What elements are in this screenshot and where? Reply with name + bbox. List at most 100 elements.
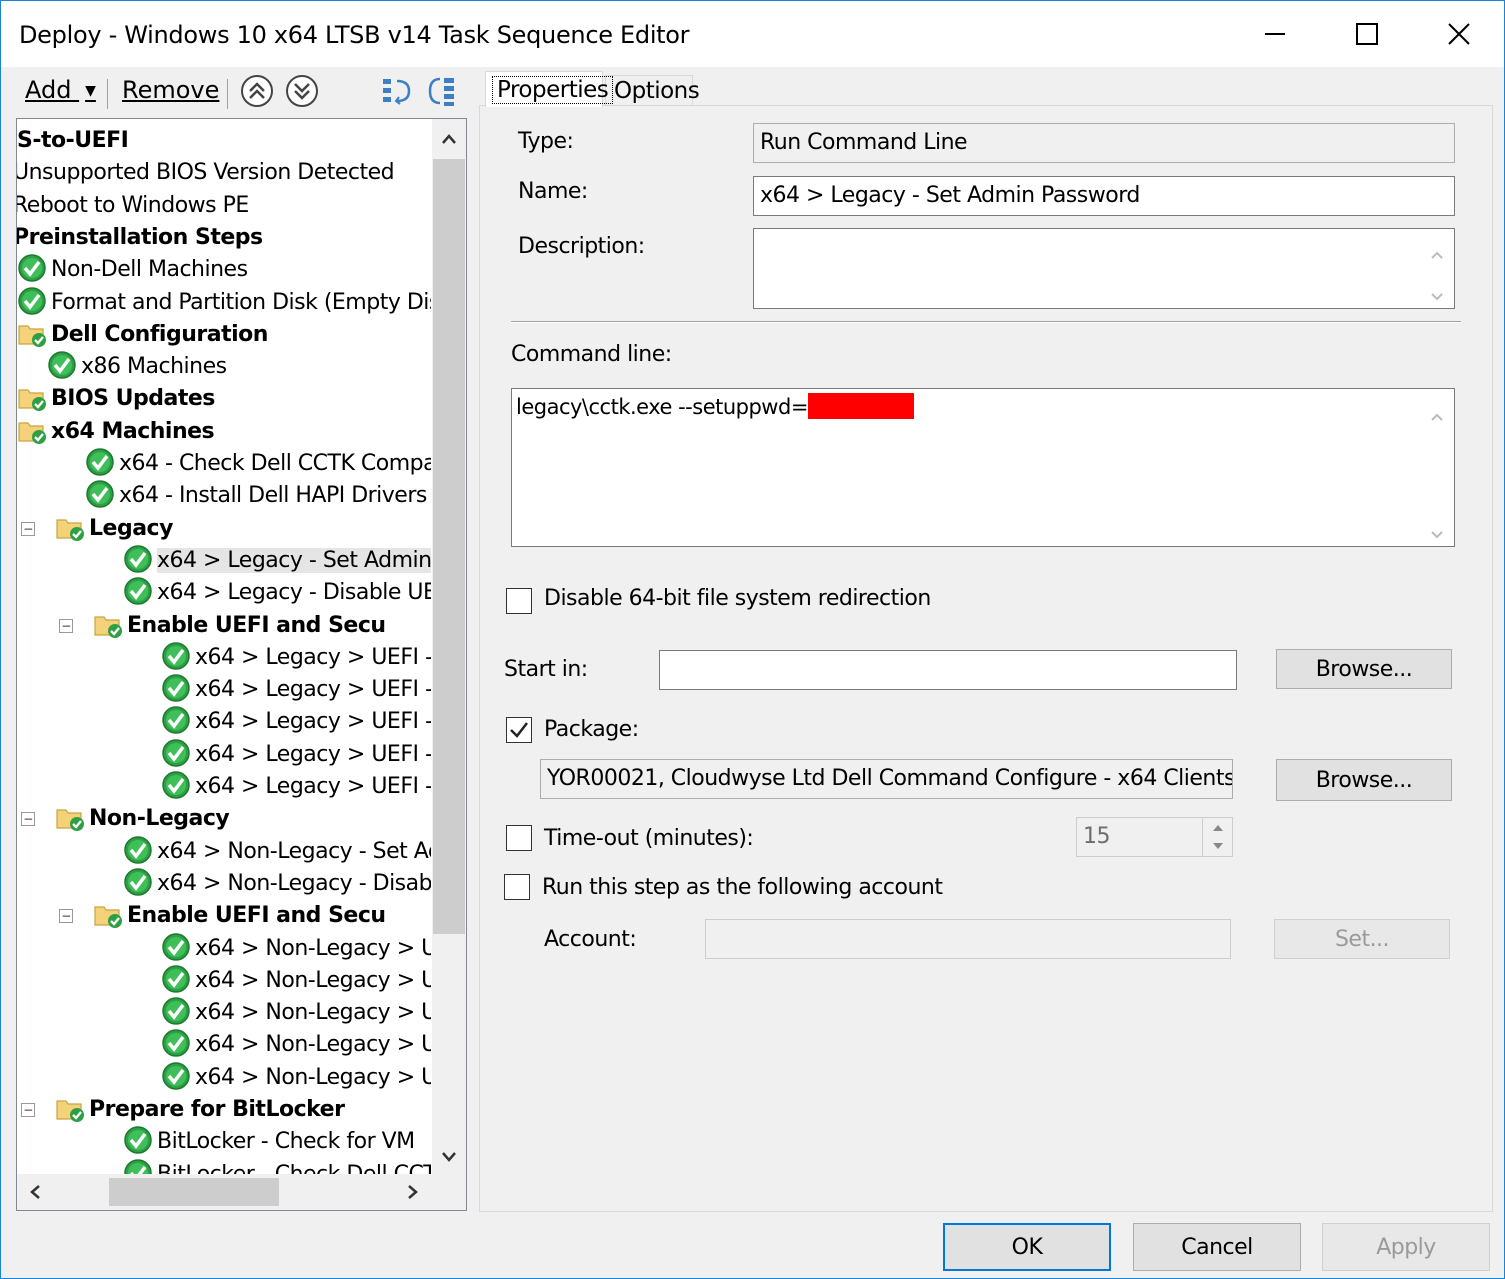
tree-item[interactable]: x64 > Legacy - Set Admin P xyxy=(123,545,431,577)
tree-item[interactable]: x64 > Legacy > UEFI - I xyxy=(161,771,431,803)
tree-item-label: BitLocker - Check Dell CCT xyxy=(157,1161,431,1175)
account-label: Account: xyxy=(544,927,637,952)
group-folder-icon xyxy=(17,415,47,445)
tree-item[interactable]: x64 > Non-Legacy - Set Adr xyxy=(123,835,431,868)
command-line-label: Command line: xyxy=(511,342,672,367)
start-in-field[interactable] xyxy=(659,650,1237,690)
timeout-label: Time-out (minutes): xyxy=(544,826,754,851)
tab-options[interactable]: Options xyxy=(605,75,700,107)
tree-item[interactable]: x64 - Check Dell CCTK Compati xyxy=(85,448,431,480)
group-folder-icon xyxy=(17,318,47,348)
tree-item[interactable]: x64 > Legacy > UEFI - I xyxy=(161,706,431,738)
tree-item[interactable]: x64 > Non-Legacy > UE xyxy=(161,932,431,965)
tree-item-label: x64 > Legacy > UEFI - I xyxy=(195,644,431,670)
package-browse-button[interactable]: Browse... xyxy=(1276,759,1452,801)
move-up-button[interactable] xyxy=(239,73,275,109)
step-success-icon xyxy=(123,867,153,897)
maximize-button[interactable] xyxy=(1321,1,1413,67)
stepper-buttons[interactable] xyxy=(1202,818,1232,856)
collapse-node-icon[interactable]: − xyxy=(59,909,73,924)
close-button[interactable] xyxy=(1413,1,1505,67)
tree-item[interactable]: Format and Partition Disk (Empty Disk) xyxy=(17,286,431,319)
tree-item[interactable]: x86 Machines xyxy=(47,351,227,383)
run-as-account-checkbox[interactable] xyxy=(504,874,530,900)
type-label: Type: xyxy=(518,129,574,154)
name-field[interactable]: x64 > Legacy - Set Admin Password xyxy=(753,176,1455,216)
task-sequence-tree[interactable]: S-to-UEFI Unsupported BIOS Version Detect… xyxy=(16,118,467,1211)
window-title: Deploy - Windows 10 x64 LTSB v14 Task Se… xyxy=(19,21,690,49)
tree-vertical-scrollbar[interactable] xyxy=(432,119,466,1175)
tree-item[interactable]: x64 > Non-Legacy > UE xyxy=(161,1061,431,1094)
stepper-up-icon xyxy=(1213,825,1223,831)
tree-item[interactable]: −x64 Machines xyxy=(17,415,215,448)
ok-button[interactable]: OK xyxy=(943,1223,1111,1271)
collapse-node-icon[interactable]: − xyxy=(59,618,73,633)
tree-item[interactable]: x64 > Legacy > UEFI - I xyxy=(161,642,431,674)
minimize-button[interactable] xyxy=(1229,1,1321,67)
checkmark-icon xyxy=(510,722,528,738)
scroll-right-icon[interactable] xyxy=(401,1180,425,1204)
tree-item[interactable]: − Legacy xyxy=(21,513,173,545)
step-success-icon xyxy=(17,253,47,283)
account-field xyxy=(705,919,1231,959)
tree-horizontal-scrollbar[interactable] xyxy=(17,1174,466,1210)
tree-item-label: x64 > Non-Legacy > UE xyxy=(195,935,431,961)
tree-item[interactable]: − Non-Legacy xyxy=(21,803,230,835)
tree-item[interactable]: x64 - Install Dell HAPI Drivers xyxy=(85,480,427,512)
tree-item[interactable]: S-to-UEFI xyxy=(17,125,129,157)
timeout-stepper[interactable]: 15 xyxy=(1076,817,1233,857)
tree-item[interactable]: BitLocker - Check Dell CCT xyxy=(123,1158,431,1175)
collapse-node-icon[interactable]: − xyxy=(21,812,35,827)
tree-item-label: S-to-UEFI xyxy=(17,128,129,153)
step-success-icon xyxy=(85,479,115,509)
collapse-button[interactable] xyxy=(379,73,415,109)
scroll-up-icon[interactable] xyxy=(437,127,461,151)
scroll-down-icon[interactable] xyxy=(437,1145,461,1169)
maximize-icon xyxy=(1356,23,1378,45)
tree-item-label: x64 > Non-Legacy > UE xyxy=(195,1032,431,1058)
tree-item[interactable]: Unsupported BIOS Version Detected xyxy=(17,157,395,189)
tree-item[interactable]: − Enable UEFI and Secu xyxy=(59,610,386,642)
expand-button[interactable] xyxy=(424,73,460,109)
tree-item-label: x64 > Legacy - Set Admin P xyxy=(157,547,431,573)
step-success-icon xyxy=(161,641,191,671)
tree-item[interactable]: Preinstallation Steps xyxy=(17,222,263,254)
tree-item[interactable]: x64 > Non-Legacy > UE xyxy=(161,997,431,1029)
tree-item[interactable]: x64 > Non-Legacy > UE xyxy=(161,965,431,997)
tree-item[interactable]: Non-Dell Machines xyxy=(17,254,248,286)
tree-item[interactable]: x64 > Legacy > UEFI - I xyxy=(161,738,431,771)
tree-item[interactable]: Reboot to Windows PE xyxy=(17,190,249,222)
start-in-browse-button[interactable]: Browse... xyxy=(1276,649,1452,689)
vertical-scroll-thumb[interactable] xyxy=(433,159,465,934)
redaction-block xyxy=(807,393,914,419)
close-icon xyxy=(1448,23,1470,45)
tree-item[interactable]: +BIOS Updates xyxy=(17,383,215,415)
tree-item[interactable]: x64 > Legacy - Disable UEF xyxy=(123,577,431,609)
add-menu-button[interactable]: Add ▼ xyxy=(25,76,96,104)
tree-item[interactable]: − Enable UEFI and Secu xyxy=(59,900,386,932)
tab-properties[interactable]: Properties xyxy=(485,71,614,107)
step-success-icon xyxy=(161,673,191,703)
remove-button[interactable]: Remove xyxy=(122,76,219,104)
timeout-checkbox[interactable] xyxy=(506,825,532,851)
tree-item-label: Unsupported BIOS Version Detected xyxy=(17,160,395,186)
tree-item[interactable]: x64 > Non-Legacy - Disable xyxy=(123,868,431,900)
move-down-button[interactable] xyxy=(284,73,320,109)
collapse-node-icon[interactable]: − xyxy=(21,1103,35,1117)
tree-item[interactable]: BitLocker - Check for VM xyxy=(123,1126,415,1158)
tab-options-label: Options xyxy=(614,78,700,104)
description-field[interactable] xyxy=(753,228,1455,309)
type-field: Run Command Line xyxy=(753,123,1455,163)
horizontal-scroll-thumb[interactable] xyxy=(109,1178,279,1206)
tab-properties-label: Properties xyxy=(492,76,614,104)
disable-redirection-checkbox[interactable] xyxy=(506,588,532,614)
collapse-node-icon[interactable]: − xyxy=(21,521,35,536)
cancel-button[interactable]: Cancel xyxy=(1133,1223,1301,1271)
command-line-field[interactable]: legacy\cctk.exe --setuppwd= xyxy=(511,388,1455,547)
tree-item[interactable]: x64 > Non-Legacy > UE xyxy=(161,1029,431,1061)
tree-item[interactable]: − Prepare for BitLocker xyxy=(21,1094,345,1126)
tree-item[interactable]: x64 > Legacy > UEFI - I xyxy=(161,674,431,706)
tree-item[interactable]: Dell Configuration xyxy=(17,319,268,351)
scroll-left-icon[interactable] xyxy=(23,1180,47,1204)
package-checkbox[interactable] xyxy=(506,717,532,743)
